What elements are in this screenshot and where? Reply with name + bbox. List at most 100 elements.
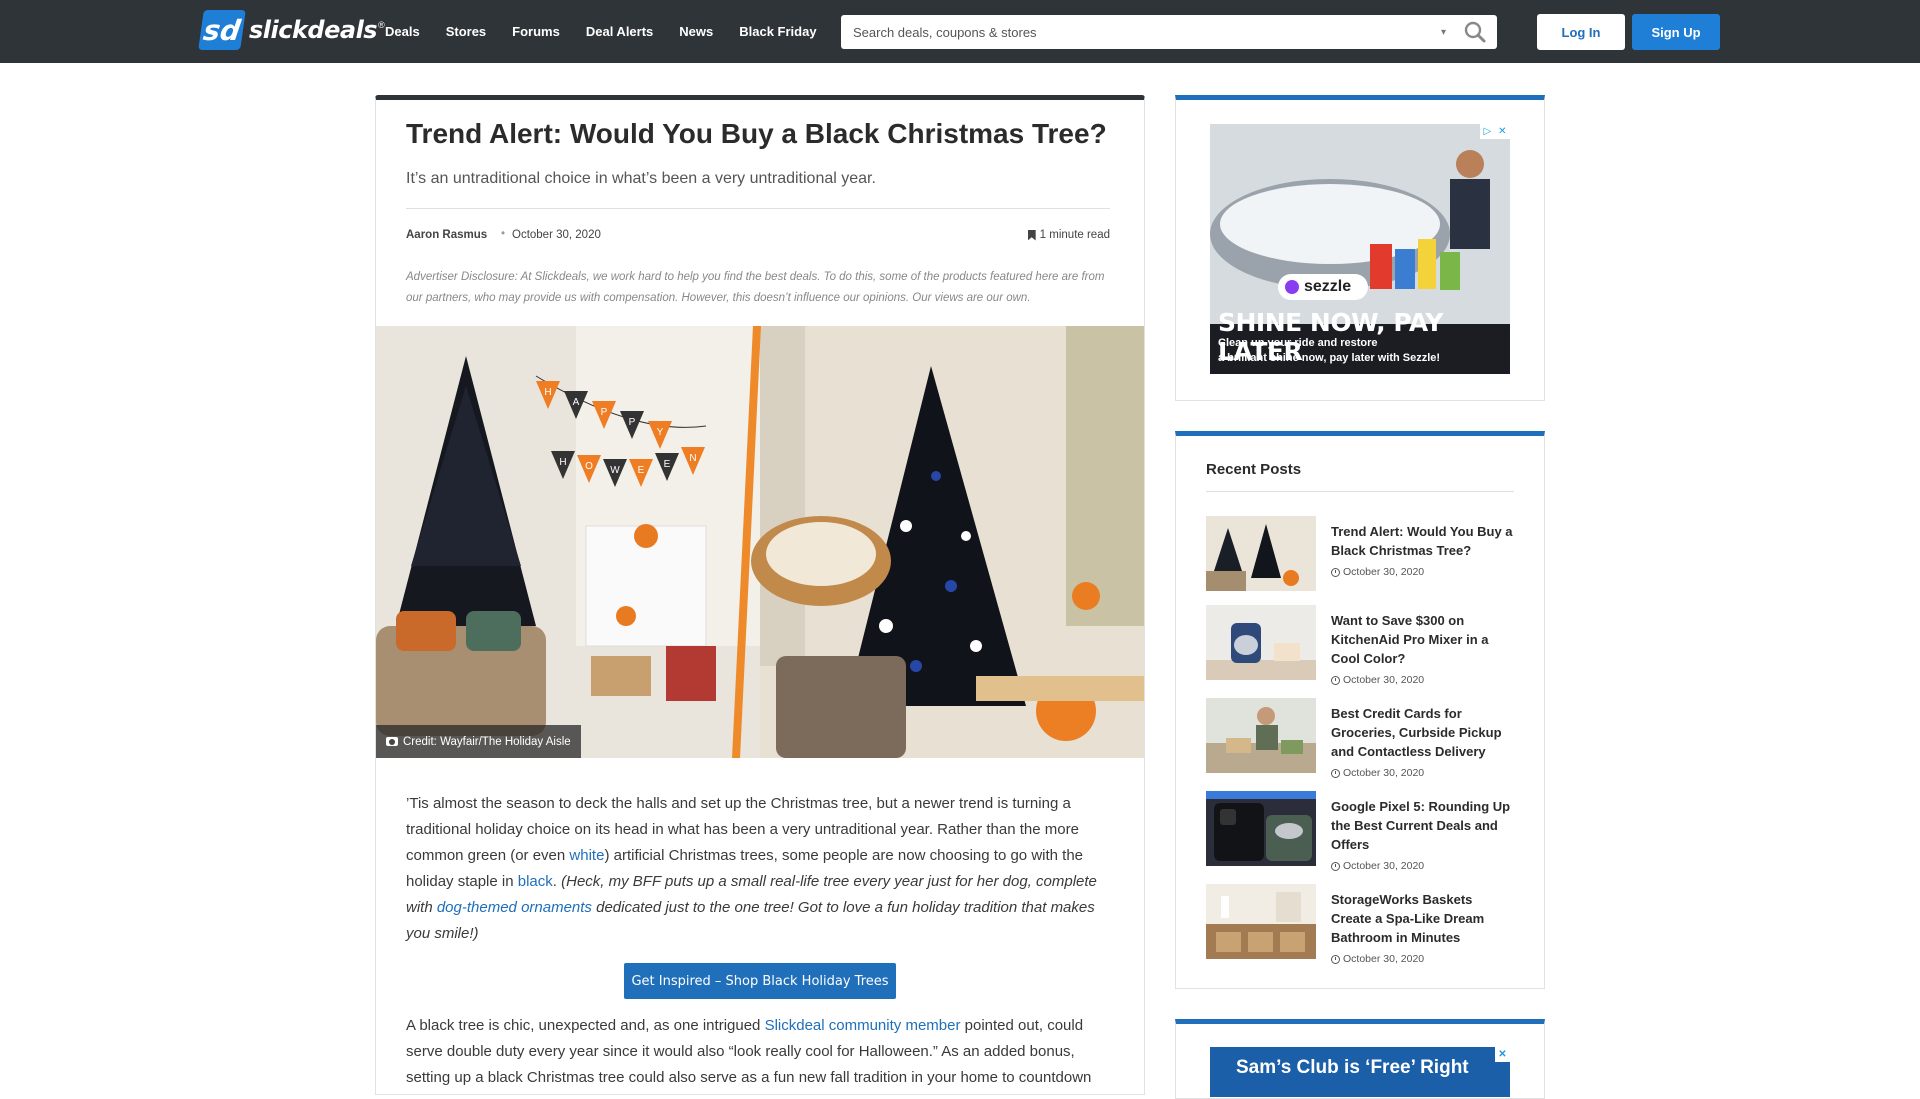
recent-post-item[interactable]: StorageWorks Baskets Create a Spa-Like D… (1206, 884, 1516, 965)
bunting-letter: P (629, 417, 636, 428)
p2-text-1: A black tree is chic, unexpected and, as… (406, 1017, 765, 1034)
read-time-label: 1 minute read (1039, 229, 1110, 241)
link-white-trees[interactable]: white (569, 847, 604, 864)
meta-separator: • (501, 228, 506, 240)
nav-black-friday[interactable]: Black Friday (739, 24, 816, 39)
nav-deal-alerts[interactable]: Deal Alerts (586, 24, 653, 39)
close-icon[interactable]: ✕ (1498, 126, 1506, 137)
article-date: October 30, 2020 (512, 229, 601, 241)
recent-post-item[interactable]: Best Credit Cards for Groceries, Curbsid… (1206, 698, 1516, 779)
recent-post-item[interactable]: Want to Save $300 on KitchenAid Pro Mixe… (1206, 605, 1516, 686)
bunting-letter: H (559, 457, 566, 468)
ad-brand-badge: sezzle (1304, 278, 1352, 295)
search-icon[interactable] (1461, 18, 1489, 46)
top-navbar: sd slickdeals ® Deals Stores Forums Deal… (0, 0, 1920, 63)
article-paragraph-1: ’Tis almost the season to deck the halls… (406, 791, 1116, 947)
post-date-label: October 30, 2020 (1343, 860, 1425, 872)
sidebar-ad-2: Sam’s Club is ‘Free’ Right ✕ (1175, 1019, 1545, 1099)
bunting-letter: W (610, 465, 620, 476)
clock-icon (1331, 954, 1340, 964)
article-subtitle: It’s an untraditional choice in what’s b… (406, 170, 876, 187)
p1-text-3: . (552, 873, 562, 890)
slickdeals-logo[interactable]: sd slickdeals ® (198, 8, 385, 52)
link-black-trees[interactable]: black (518, 873, 553, 890)
close-icon[interactable]: ✕ (1495, 1047, 1510, 1062)
post-thumbnail[interactable] (1206, 698, 1316, 773)
logo-mark-icon: sd (198, 10, 246, 50)
article-title: Trend Alert: Would You Buy a Black Chris… (406, 118, 1107, 149)
post-thumbnail[interactable] (1206, 516, 1316, 591)
article-paragraph-2: A black tree is chic, unexpected and, as… (406, 1013, 1116, 1091)
post-date: October 30, 2020 (1331, 566, 1424, 578)
image-credit: Credit: Wayfair/The Holiday Aisle (376, 725, 581, 758)
hero-photo: H A P P Y H O W E E N (376, 326, 1144, 758)
bunting-letter: O (585, 461, 593, 472)
recent-posts-title: Recent Posts (1206, 461, 1302, 478)
divider (406, 208, 1110, 209)
ad-choices-icon[interactable]: ▷ (1483, 126, 1491, 137)
post-date: October 30, 2020 (1331, 860, 1424, 872)
post-date-label: October 30, 2020 (1343, 566, 1425, 578)
login-button[interactable]: Log In (1537, 14, 1625, 50)
chevron-down-icon[interactable]: ▾ (1441, 27, 1455, 38)
signup-button[interactable]: Sign Up (1632, 14, 1720, 50)
search-bar: ▾ (841, 15, 1497, 49)
bookmark-icon (1027, 229, 1036, 241)
post-date-label: October 30, 2020 (1343, 674, 1425, 686)
search-input[interactable] (841, 15, 1441, 49)
link-community-member[interactable]: Slickdeal community member (765, 1017, 961, 1034)
bunting-letter: E (664, 459, 671, 470)
post-date: October 30, 2020 (1331, 953, 1424, 965)
article-meta: Aaron Rasmus • October 30, 2020 1 minute… (406, 228, 1110, 245)
hero-image: H A P P Y H O W E E N Credit: Wayfair/The Holiday … (376, 326, 1144, 758)
bunting-letter: P (601, 407, 608, 418)
nav-news[interactable]: News (679, 24, 713, 39)
post-title[interactable]: Trend Alert: Would You Buy a Black Chris… (1331, 522, 1516, 560)
clock-icon (1331, 861, 1340, 871)
divider (1206, 491, 1514, 492)
ad-line-1: Clean up your ride and restore (1218, 337, 1378, 349)
bunting-letter: Y (657, 427, 664, 438)
post-thumbnail[interactable] (1206, 791, 1316, 866)
advertiser-disclosure: Advertiser Disclosure: At Slickdeals, we… (406, 271, 1105, 304)
bunting-letter: A (573, 397, 580, 408)
post-date-label: October 30, 2020 (1343, 953, 1425, 965)
ad-choices[interactable]: ▷ ✕ (1480, 124, 1510, 139)
post-title[interactable]: Want to Save $300 on KitchenAid Pro Mixe… (1331, 611, 1516, 668)
clock-icon (1331, 675, 1340, 685)
author-link[interactable]: Aaron Rasmus (406, 229, 487, 241)
nav-stores[interactable]: Stores (446, 24, 486, 39)
recent-post-item[interactable]: Google Pixel 5: Rounding Up the Best Cur… (1206, 791, 1516, 872)
post-title[interactable]: Google Pixel 5: Rounding Up the Best Cur… (1331, 797, 1516, 854)
clock-icon (1331, 768, 1340, 778)
post-title[interactable]: StorageWorks Baskets Create a Spa-Like D… (1331, 890, 1516, 947)
ad2-text: Sam’s Club is ‘Free’ Right (1236, 1057, 1469, 1078)
bunting-letter: E (638, 465, 645, 476)
bunting-letter: N (689, 453, 696, 464)
nav-forums[interactable]: Forums (512, 24, 560, 39)
recent-post-item[interactable]: Trend Alert: Would You Buy a Black Chris… (1206, 516, 1516, 592)
image-credit-label: Credit: Wayfair/The Holiday Aisle (403, 735, 571, 748)
article-card: Trend Alert: Would You Buy a Black Chris… (375, 95, 1145, 1095)
link-dog-ornaments[interactable]: dog-themed ornaments (437, 899, 592, 916)
nav-deals[interactable]: Deals (385, 24, 420, 39)
post-date-label: October 30, 2020 (1343, 767, 1425, 779)
post-date: October 30, 2020 (1331, 767, 1424, 779)
post-title[interactable]: Best Credit Cards for Groceries, Curbsid… (1331, 704, 1516, 761)
read-time: 1 minute read (1027, 229, 1110, 241)
post-thumbnail[interactable] (1206, 605, 1316, 680)
link-dog-ornaments-label: dog-themed ornaments (436, 899, 592, 916)
sidebar-ad: sezzle SHINE NOW, PAY LATER Clean up you… (1175, 95, 1545, 401)
clock-icon (1331, 567, 1340, 577)
shop-black-trees-button[interactable]: Get Inspired – Shop Black Holiday Trees (624, 963, 896, 999)
main-nav: Deals Stores Forums Deal Alerts News Bla… (385, 0, 843, 63)
post-thumbnail[interactable] (1206, 884, 1316, 959)
bunting-letter: H (544, 387, 551, 398)
sezzle-ad-banner[interactable]: sezzle SHINE NOW, PAY LATER Clean up you… (1210, 124, 1510, 374)
logo-registered-mark: ® (378, 20, 385, 30)
post-date: October 30, 2020 (1331, 674, 1424, 686)
camera-icon (386, 737, 398, 746)
ad-line-2: a brilliant shine now, pay later with Se… (1218, 352, 1441, 364)
logo-text: slickdeals (249, 16, 378, 44)
sams-club-ad-banner[interactable]: Sam’s Club is ‘Free’ Right ✕ (1210, 1047, 1510, 1097)
